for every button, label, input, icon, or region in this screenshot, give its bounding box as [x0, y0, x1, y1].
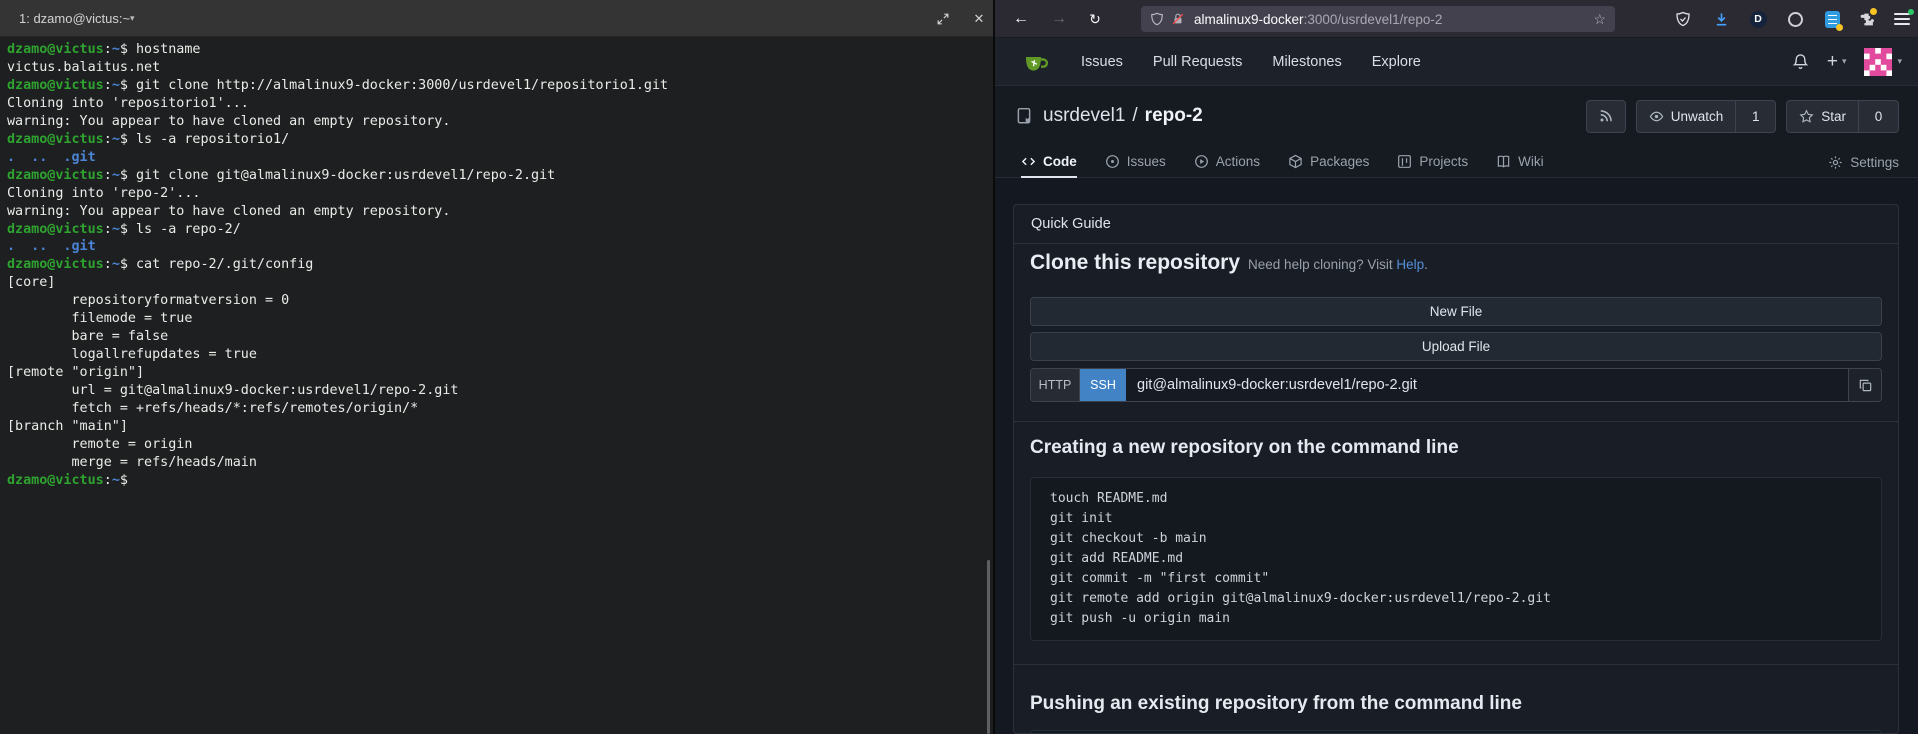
copy-url-button[interactable] [1848, 369, 1881, 401]
tab-issues[interactable]: Issues [1105, 146, 1166, 177]
repo-owner-link[interactable]: usrdevel1 [1043, 105, 1125, 127]
issue-icon [1105, 154, 1120, 169]
repo-separator: / [1132, 105, 1137, 127]
copy-icon [1858, 378, 1873, 393]
restore-window-icon[interactable] [930, 0, 956, 37]
insecure-lock-icon[interactable] [1171, 12, 1185, 26]
extension-shield-icon[interactable] [1674, 10, 1692, 28]
rss-feed-button[interactable] [1586, 100, 1626, 133]
extensions-puzzle-icon[interactable] [1857, 10, 1875, 28]
nav-item-pull-requests[interactable]: Pull Requests [1153, 54, 1242, 70]
reload-button[interactable]: ↻ [1081, 0, 1109, 38]
code-icon [1021, 154, 1036, 169]
extension-d-icon[interactable]: D [1749, 10, 1767, 28]
bookmark-star-icon[interactable]: ☆ [1593, 11, 1606, 28]
nav-item-explore[interactable]: Explore [1372, 54, 1421, 70]
ssh-toggle-button[interactable]: SSH [1080, 369, 1126, 401]
chevron-down-icon[interactable]: ▾ [130, 0, 135, 37]
repo-name-link[interactable]: repo-2 [1145, 105, 1203, 127]
creating-heading: Creating a new repository on the command… [1030, 437, 1459, 459]
avatar [1864, 48, 1892, 76]
pushing-code-block [1030, 730, 1882, 734]
extension-ring-icon[interactable] [1786, 10, 1804, 28]
quick-guide-header: Quick Guide [1014, 205, 1898, 244]
terminal-output[interactable]: dzamo@victus:~$ hostnamevictus.balaitus.… [7, 41, 668, 490]
menu-icon[interactable] [1893, 10, 1911, 28]
http-toggle-button[interactable]: HTTP [1031, 369, 1080, 401]
gear-icon [1828, 155, 1843, 170]
repo-content: Quick Guide Clone this repositoryNeed he… [995, 178, 1918, 734]
help-link[interactable]: Help [1396, 257, 1424, 272]
terminal-title: 1: dzamo@victus:~ [19, 0, 130, 37]
tab-wiki[interactable]: Wiki [1496, 146, 1544, 177]
close-window-icon[interactable]: ✕ [966, 0, 992, 37]
tracking-shield-icon[interactable] [1150, 12, 1164, 26]
book-icon [1496, 154, 1511, 169]
extension-document-icon[interactable] [1823, 10, 1841, 28]
nav-item-issues[interactable]: Issues [1081, 54, 1123, 70]
terminal-window: 1: dzamo@victus:~ ▾ ✕ dzamo@victus:~$ ho… [0, 0, 993, 734]
browser-window: ← → ↻ almalinux9-docker:3000/usrdevel1/r [995, 0, 1918, 734]
url-host: almalinux9-docker [1194, 12, 1304, 27]
create-new-button[interactable]: +▾ [1827, 51, 1847, 73]
chevron-down-icon: ▾ [1897, 56, 1902, 67]
forward-button[interactable]: → [1045, 0, 1073, 38]
clone-url-row: HTTP SSH git@almalinux9-docker:usrdevel1… [1030, 368, 1882, 402]
play-circle-icon [1194, 154, 1209, 169]
notifications-bell-icon[interactable] [1792, 53, 1809, 70]
clone-url-input[interactable]: git@almalinux9-docker:usrdevel1/repo-2.g… [1126, 369, 1848, 401]
unwatch-button[interactable]: Unwatch [1637, 101, 1736, 132]
repo-header: usrdevel1 / repo-2 Unwatch [995, 86, 1918, 146]
tab-actions[interactable]: Actions [1194, 146, 1260, 177]
repo-icon [1015, 107, 1033, 125]
clone-heading: Clone this repositoryNeed help cloning? … [1030, 251, 1428, 275]
terminal-scrollbar[interactable] [987, 560, 990, 734]
url-path: :3000/usrdevel1/repo-2 [1304, 12, 1443, 27]
tab-projects[interactable]: Projects [1397, 146, 1468, 177]
url-bar[interactable]: almalinux9-docker:3000/usrdevel1/repo-2 … [1141, 6, 1615, 32]
star-icon [1799, 109, 1814, 124]
gitea-logo-icon[interactable] [1021, 47, 1051, 77]
star-count[interactable]: 0 [1858, 101, 1898, 132]
repo-tabs: Code Issues Actions Packages [995, 146, 1918, 178]
watch-button-group: Unwatch 1 [1636, 100, 1777, 133]
watch-count[interactable]: 1 [1735, 101, 1775, 132]
section-divider [1014, 421, 1898, 422]
tab-settings[interactable]: Settings [1828, 146, 1899, 178]
eye-icon [1649, 109, 1664, 124]
back-button[interactable]: ← [1007, 0, 1035, 38]
chevron-down-icon: ▾ [1842, 56, 1847, 67]
upload-file-button[interactable]: Upload File [1030, 332, 1882, 361]
package-icon [1288, 154, 1303, 169]
tab-packages[interactable]: Packages [1288, 146, 1369, 177]
section-divider [1014, 664, 1898, 665]
browser-toolbar: ← → ↻ almalinux9-docker:3000/usrdevel1/r [995, 0, 1918, 38]
gitea-navbar: Issues Pull Requests Milestones Explore … [995, 38, 1918, 86]
star-button[interactable]: Star [1787, 101, 1858, 132]
tab-code[interactable]: Code [1021, 146, 1077, 178]
quick-guide-panel: Quick Guide Clone this repositoryNeed he… [1013, 204, 1899, 734]
nav-item-milestones[interactable]: Milestones [1272, 54, 1341, 70]
user-menu[interactable]: ▾ [1864, 48, 1902, 76]
creating-code-block: touch README.mdgit initgit checkout -b m… [1030, 477, 1882, 641]
terminal-titlebar[interactable]: 1: dzamo@victus:~ ▾ ✕ [0, 0, 993, 37]
downloads-icon[interactable] [1712, 10, 1730, 28]
project-board-icon [1397, 154, 1412, 169]
new-file-button[interactable]: New File [1030, 297, 1882, 326]
pushing-heading: Pushing an existing repository from the … [1030, 693, 1522, 715]
star-button-group: Star 0 [1786, 100, 1899, 133]
